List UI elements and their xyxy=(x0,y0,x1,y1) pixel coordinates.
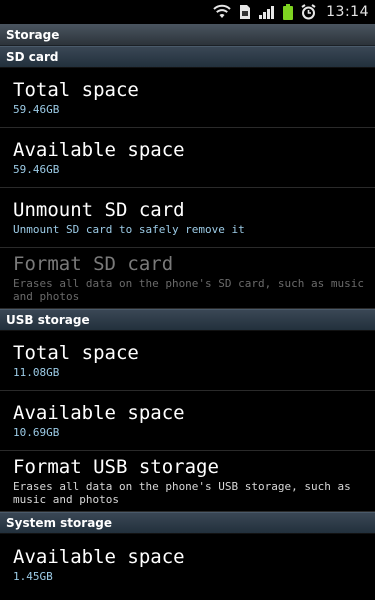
wifi-icon xyxy=(213,4,231,20)
item-summary: 59.46GB xyxy=(13,163,60,176)
battery-icon xyxy=(283,4,294,20)
sd-card-icon xyxy=(239,4,251,20)
item-title: Available space xyxy=(13,139,185,161)
item-title: Format USB storage xyxy=(13,456,219,478)
status-time: 13:14 xyxy=(326,4,369,20)
page-title: Storage xyxy=(6,27,60,42)
section-header-label: System storage xyxy=(6,516,113,530)
sd-total-space-item: Total space 59.46GB xyxy=(0,68,375,128)
system-available-space-item: Available space 1.45GB xyxy=(0,534,375,594)
format-usb-storage-item[interactable]: Format USB storage Erases all data on th… xyxy=(0,451,375,512)
section-header-label: USB storage xyxy=(6,313,90,327)
item-title: Format SD card xyxy=(13,253,174,275)
item-title: Total space xyxy=(13,342,139,364)
usb-total-space-item: Total space 11.08GB xyxy=(0,331,375,391)
item-title: Total space xyxy=(13,79,139,101)
item-summary: Unmount SD card to safely remove it xyxy=(13,223,245,236)
item-title: Available space xyxy=(13,545,185,568)
alarm-icon xyxy=(301,4,316,20)
section-header-sd-card: SD card xyxy=(0,46,375,68)
item-summary: 1.45GB xyxy=(13,569,53,583)
title-bar: Storage xyxy=(0,24,375,46)
section-header-system-storage: System storage xyxy=(0,512,375,534)
item-summary: 10.69GB xyxy=(13,426,60,439)
item-summary: Erases all data on the phone's USB stora… xyxy=(13,480,351,506)
section-header-label: SD card xyxy=(6,50,59,64)
section-header-usb-storage: USB storage xyxy=(0,309,375,331)
unmount-sd-card-item[interactable]: Unmount SD card Unmount SD card to safel… xyxy=(0,188,375,248)
status-bar: 13:14 xyxy=(0,0,375,24)
sd-available-space-item: Available space 59.46GB xyxy=(0,128,375,188)
storage-settings-list[interactable]: SD card Total space 59.46GB Available sp… xyxy=(0,46,375,600)
item-title: Unmount SD card xyxy=(13,199,185,221)
item-summary: 11.08GB xyxy=(13,366,60,379)
signal-icon xyxy=(259,4,275,20)
usb-available-space-item: Available space 10.69GB xyxy=(0,391,375,451)
item-title: Available space xyxy=(13,402,185,424)
item-summary: Erases all data on the phone's SD card, … xyxy=(13,277,364,303)
format-sd-card-item: Format SD card Erases all data on the ph… xyxy=(0,248,375,309)
item-summary: 59.46GB xyxy=(13,103,60,116)
